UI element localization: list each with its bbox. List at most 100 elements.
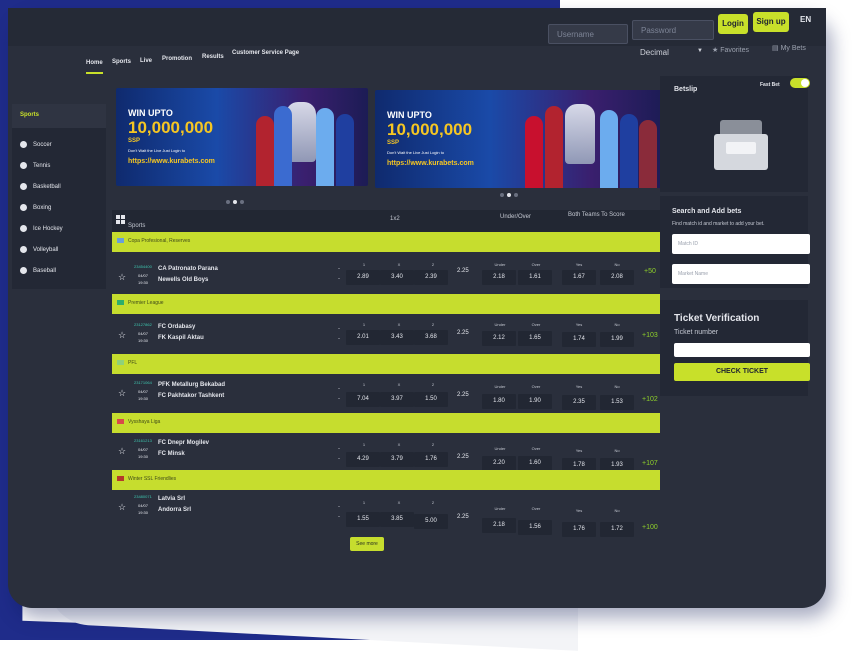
sidebar-item-label: Baseball [33, 268, 57, 274]
total-line: 2.25 [457, 454, 469, 460]
nav-home[interactable]: Home [86, 60, 103, 74]
match-id-input[interactable]: Match ID [672, 234, 810, 254]
more-markets-link[interactable]: +102 [642, 396, 658, 403]
odds-yes-button[interactable]: 1.76 [562, 522, 596, 537]
more-markets-link[interactable]: +100 [642, 524, 658, 531]
odds-no-button[interactable]: 2.08 [600, 270, 634, 285]
nav-live[interactable]: Live [140, 58, 152, 64]
promo-banner[interactable]: WIN UPTO 10,000,000 SSP Don't Wait the L… [116, 88, 368, 186]
carousel-dot[interactable] [507, 193, 511, 197]
sidebar-item-volleyball[interactable]: Volleyball [20, 245, 58, 255]
odds-1-button[interactable]: 7.04 [346, 392, 380, 407]
carousel-dot[interactable] [240, 200, 244, 204]
nav-promotion[interactable]: Promotion [162, 56, 192, 62]
nav-sports[interactable]: Sports [112, 59, 131, 65]
market-name-input[interactable]: Market Name [672, 264, 810, 284]
language-selector[interactable]: EN [800, 15, 811, 24]
odds-yes-button[interactable]: 2.35 [562, 395, 596, 410]
odds-2-button[interactable]: 1.50 [414, 392, 448, 407]
odds-x-button[interactable]: 3.43 [380, 330, 414, 345]
sidebar-item-tennis[interactable]: Tennis [20, 161, 50, 171]
away-team: FK Kaspil Aktau [158, 335, 204, 341]
league-bar[interactable]: PFL [112, 354, 660, 374]
sidebar-item-ice-hockey[interactable]: Ice Hockey [20, 224, 63, 234]
odds-under-button[interactable]: 2.12 [482, 331, 516, 346]
odds-2-button[interactable]: 5.00 [414, 514, 448, 529]
sidebar-item-baseball[interactable]: Baseball [20, 266, 56, 276]
odds-yes-button[interactable]: 1.67 [562, 270, 596, 285]
favorite-star-icon[interactable]: ☆ [118, 272, 126, 283]
match-date: 04/07 [138, 389, 149, 394]
check-ticket-button[interactable]: CHECK TICKET [674, 363, 810, 381]
odds-1-button[interactable]: 2.01 [346, 330, 380, 345]
odds-x-button[interactable]: 3.85 [380, 512, 414, 527]
odds-format-select[interactable]: Decimal [640, 48, 669, 57]
carousel-dots[interactable] [500, 184, 530, 197]
table-sports-label: Sports [128, 223, 146, 229]
odds-no-button[interactable]: 1.53 [600, 395, 634, 410]
odds-no-button[interactable]: 1.99 [600, 332, 634, 347]
odds-over-button[interactable]: 1.65 [518, 331, 552, 346]
odds-2-button[interactable]: 1.76 [414, 452, 448, 467]
league-bar[interactable]: Winter SSL Friendlies [112, 470, 660, 490]
odds-over-button[interactable]: 1.90 [518, 394, 552, 409]
sidebar-item-basketball[interactable]: Basketball [20, 182, 61, 192]
sidebar-item-boxing[interactable]: Boxing [20, 203, 51, 213]
country-flag-icon [117, 476, 124, 481]
username-input[interactable]: Username [548, 24, 628, 44]
carousel-dot[interactable] [226, 200, 230, 204]
odds-over-button[interactable]: 1.60 [518, 456, 552, 471]
odds-1-button[interactable]: 1.55 [346, 512, 380, 527]
away-team: Newells Old Boys [158, 277, 209, 283]
odds-over-button[interactable]: 1.61 [518, 270, 552, 285]
league-bar[interactable]: Premier League [112, 294, 660, 314]
match-date: 04/07 [138, 447, 149, 452]
nav-customer-service[interactable]: Customer Service Page [232, 50, 299, 56]
carousel-dot[interactable] [514, 193, 518, 197]
favorite-star-icon[interactable]: ☆ [118, 388, 126, 399]
away-team: Andorra Srl [158, 507, 192, 513]
odds-yes-button[interactable]: 1.74 [562, 332, 596, 347]
odds-2-button[interactable]: 2.39 [414, 270, 448, 285]
more-markets-link[interactable]: +103 [642, 332, 658, 339]
sidebar-item-soccer[interactable]: Soccer [20, 140, 52, 150]
odds-x-button[interactable]: 3.97 [380, 392, 414, 407]
favorite-star-icon[interactable]: ☆ [118, 330, 126, 341]
search-bets-title: Search and Add bets [672, 208, 742, 215]
odds-under-button[interactable]: 1.80 [482, 394, 516, 409]
odds-1-button[interactable]: 4.29 [346, 452, 380, 467]
banner-amount: 10,000,000 [128, 118, 214, 137]
fast-bet-toggle[interactable] [790, 78, 810, 88]
favorites-link[interactable]: ★ Favorites [712, 46, 749, 54]
see-more-button[interactable]: See more [350, 537, 384, 551]
favorite-star-icon[interactable]: ☆ [118, 502, 126, 513]
favorite-star-icon[interactable]: ☆ [118, 446, 126, 457]
odds-x-button[interactable]: 3.79 [380, 452, 414, 467]
ticket-number-input[interactable] [674, 343, 810, 357]
country-flag-icon [117, 238, 124, 243]
sidebar-item-label: Boxing [33, 205, 52, 211]
odds-no-button[interactable]: 1.72 [600, 522, 634, 537]
promo-banner[interactable]: WIN UPTO 10,000,000 SSP Don't Wait the L… [375, 90, 663, 188]
odds-2-button[interactable]: 3.68 [414, 330, 448, 345]
odds-1-button[interactable]: 2.89 [346, 270, 380, 285]
odds-x-button[interactable]: 3.40 [380, 270, 414, 285]
league-bar[interactable]: Copa Profesional, Reserves [112, 232, 660, 252]
signup-button[interactable]: Sign up [753, 12, 789, 32]
odds-over-button[interactable]: 1.56 [518, 520, 552, 535]
ticket-verification-title: Ticket Verification [674, 313, 760, 324]
odds-under-button[interactable]: 2.18 [482, 270, 516, 285]
my-bets-link[interactable]: ▤ My Bets [772, 44, 806, 52]
basketball-icon [20, 182, 27, 190]
odds-under-button[interactable]: 2.20 [482, 456, 516, 471]
carousel-dot[interactable] [233, 200, 237, 204]
more-markets-link[interactable]: +50 [644, 268, 656, 275]
login-button[interactable]: Login [718, 14, 748, 34]
nav-results[interactable]: Results [202, 54, 224, 60]
carousel-dots[interactable] [226, 191, 256, 204]
odds-under-button[interactable]: 2.18 [482, 518, 516, 533]
password-input[interactable]: Password [632, 20, 714, 40]
league-bar[interactable]: Vysshaya Liga [112, 413, 660, 433]
carousel-dot[interactable] [500, 193, 504, 197]
more-markets-link[interactable]: +107 [642, 460, 658, 467]
